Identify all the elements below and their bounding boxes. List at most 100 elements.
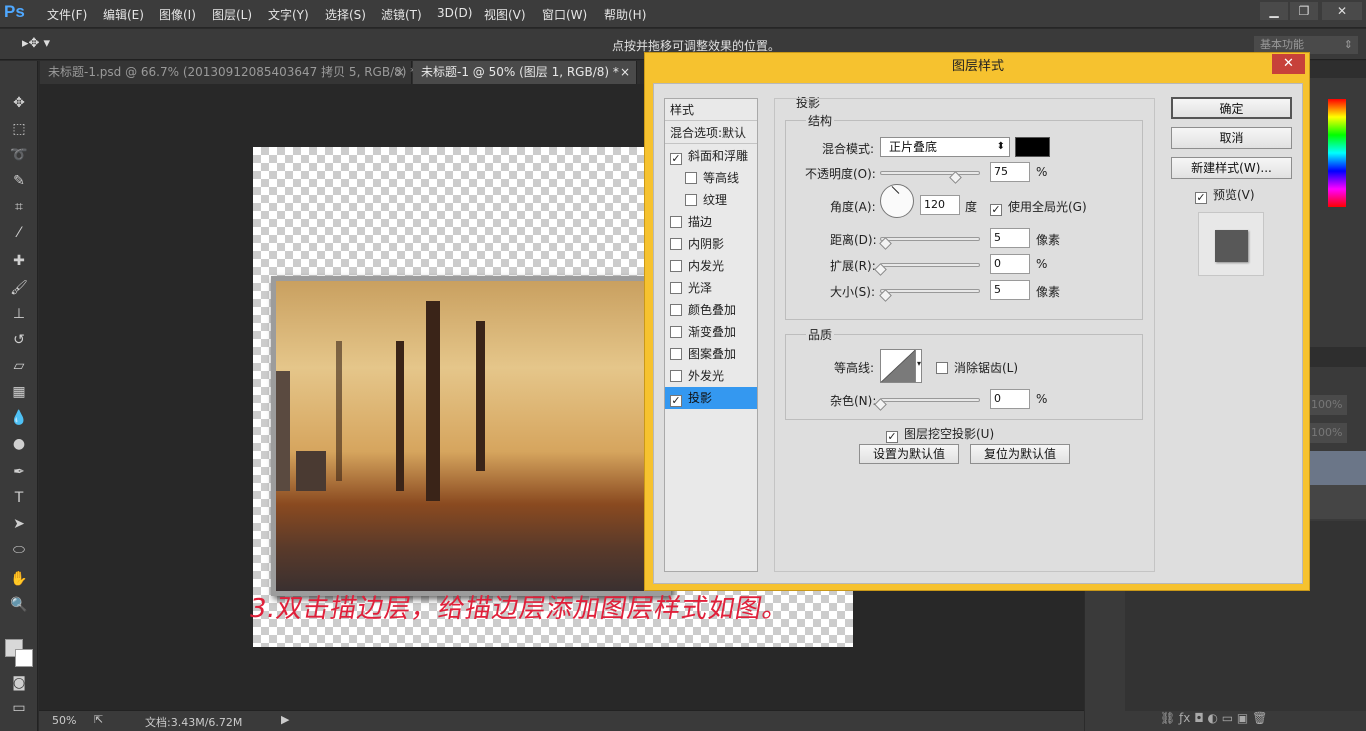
reset-default-button[interactable]: 复位为默认值	[970, 444, 1070, 464]
quick-mask-icon[interactable]: ◙	[9, 673, 29, 693]
style-item-texture[interactable]: 纹理	[665, 189, 757, 211]
size-slider[interactable]	[880, 289, 980, 293]
marquee-icon[interactable]: ⬚	[9, 119, 29, 139]
style-item-color-overlay[interactable]: 颜色叠加	[665, 299, 757, 321]
style-item-pattern-overlay[interactable]: 图案叠加	[665, 343, 757, 365]
style-item-inner-glow[interactable]: 内发光	[665, 255, 757, 277]
background-color[interactable]	[15, 649, 33, 667]
opacity-slider[interactable]	[880, 171, 980, 175]
share-icon[interactable]: ⇱	[94, 713, 103, 726]
style-item-gradient-overlay[interactable]: 渐变叠加	[665, 321, 757, 343]
layer-row-selected[interactable]	[1307, 451, 1366, 485]
pen-icon[interactable]: ✒	[9, 462, 29, 482]
global-light-checkbox[interactable]: ✓ 使用全局光(G)	[990, 198, 1087, 216]
style-item-stroke[interactable]: 描边	[665, 211, 757, 233]
healing-brush-icon[interactable]: ✚	[9, 251, 29, 271]
knockout-checkbox[interactable]: ✓ 图层挖空投影(U)	[886, 425, 994, 443]
layer-row[interactable]	[1307, 485, 1366, 519]
ok-button[interactable]: 确定	[1171, 97, 1292, 119]
zoom-icon[interactable]: 🔍	[9, 595, 29, 615]
autumn-photo-layer[interactable]	[271, 276, 671, 596]
checkbox-icon[interactable]	[670, 348, 682, 360]
lasso-icon[interactable]: ➰	[9, 145, 29, 165]
checkbox-icon[interactable]: ✓	[670, 153, 682, 165]
distance-slider[interactable]	[880, 237, 980, 241]
new-style-button[interactable]: 新建样式(W)...	[1171, 157, 1292, 179]
checkbox-icon[interactable]	[670, 282, 682, 294]
style-item-inner-shadow[interactable]: 内阴影	[665, 233, 757, 255]
tab-document-2[interactable]: 未标题-1 @ 50% (图层 1, RGB/8) * ×	[413, 61, 637, 84]
menu-file[interactable]: 文件(F)	[47, 6, 87, 23]
checkbox-icon[interactable]: ✓	[670, 395, 682, 407]
type-icon[interactable]: T	[9, 488, 29, 508]
eraser-icon[interactable]: ▱	[9, 356, 29, 376]
noise-input[interactable]: 0	[990, 389, 1030, 409]
checkbox-icon[interactable]	[670, 238, 682, 250]
antialias-checkbox[interactable]: 消除锯齿(L)	[936, 359, 1018, 376]
menu-image[interactable]: 图像(I)	[159, 6, 196, 23]
layer-opacity[interactable]: 100%	[1307, 395, 1347, 415]
color-spectrum[interactable]	[1328, 99, 1346, 207]
set-default-button[interactable]: 设置为默认值	[859, 444, 959, 464]
restore-icon[interactable]: ❐	[1290, 2, 1318, 20]
menu-edit[interactable]: 编辑(E)	[103, 6, 144, 23]
close-window-icon[interactable]: ✕	[1322, 2, 1362, 20]
checkbox-icon[interactable]	[685, 172, 697, 184]
layer-fill[interactable]: 100%	[1307, 423, 1347, 443]
shadow-color-swatch[interactable]	[1015, 137, 1050, 157]
brush-icon[interactable]: 🖌	[9, 278, 29, 298]
ellipse-icon[interactable]: ⬭	[9, 540, 29, 560]
angle-dial[interactable]	[880, 184, 914, 218]
gradient-icon[interactable]: ▦	[9, 382, 29, 402]
crop-icon[interactable]: ⌗	[9, 197, 29, 217]
style-item-satin[interactable]: 光泽	[665, 277, 757, 299]
style-item-drop-shadow[interactable]: ✓ 投影	[665, 387, 757, 409]
menu-type[interactable]: 文字(Y)	[268, 6, 309, 23]
menu-help[interactable]: 帮助(H)	[604, 6, 646, 23]
dialog-close-icon[interactable]: ✕	[1272, 54, 1305, 74]
checkbox-icon[interactable]	[670, 326, 682, 338]
spread-input[interactable]: 0	[990, 254, 1030, 274]
checkbox-icon[interactable]	[670, 216, 682, 228]
angle-input[interactable]: 120	[920, 195, 960, 215]
history-brush-icon[interactable]: ↺	[9, 330, 29, 350]
blur-icon[interactable]: 💧	[9, 408, 29, 428]
path-select-icon[interactable]: ➤	[9, 514, 29, 534]
tab-document-1[interactable]: 未标题-1.psd @ 66.7% (20130912085403647 拷贝 …	[40, 61, 416, 84]
blend-options-item[interactable]: 混合选项:默认	[665, 122, 757, 144]
menu-layer[interactable]: 图层(L)	[212, 6, 252, 23]
minimize-icon[interactable]: ▁	[1260, 2, 1288, 20]
layer-actions-icon[interactable]: ⛓ ƒx ◘ ◐ ▭ ▣ 🗑	[1160, 711, 1267, 725]
style-item-bevel-emboss[interactable]: ✓ 斜面和浮雕	[665, 145, 757, 167]
menu-view[interactable]: 视图(V)	[484, 6, 526, 23]
move-tool-icon[interactable]: ▸✥ ▾	[22, 36, 50, 51]
style-item-outer-glow[interactable]: 外发光	[665, 365, 757, 387]
checkbox-icon[interactable]	[670, 260, 682, 272]
stamp-icon[interactable]: ⊥	[9, 304, 29, 324]
opacity-input[interactable]: 75	[990, 162, 1030, 182]
close-tab-icon[interactable]: ×	[395, 61, 405, 84]
close-tab-icon[interactable]: ×	[620, 61, 630, 84]
styles-header[interactable]: 样式	[665, 99, 757, 121]
hand-icon[interactable]: ✋	[9, 569, 29, 589]
distance-input[interactable]: 5	[990, 228, 1030, 248]
move-icon[interactable]: ✥	[9, 93, 29, 113]
menu-select[interactable]: 选择(S)	[325, 6, 366, 23]
spread-slider[interactable]	[880, 263, 980, 267]
checkbox-icon[interactable]	[670, 304, 682, 316]
quick-select-icon[interactable]: ✎	[9, 171, 29, 191]
menu-filter[interactable]: 滤镜(T)	[381, 6, 422, 23]
checkbox-icon[interactable]	[685, 194, 697, 206]
dodge-icon[interactable]: ●	[9, 434, 29, 454]
menu-3d[interactable]: 3D(D)	[437, 6, 472, 20]
checkbox-icon[interactable]	[670, 370, 682, 382]
size-input[interactable]: 5	[990, 280, 1030, 300]
status-menu-icon[interactable]: ▶	[281, 713, 289, 726]
eyedropper-icon[interactable]: ⁄	[9, 223, 29, 243]
style-item-contour[interactable]: 等高线	[665, 167, 757, 189]
blend-mode-select[interactable]: 正片叠底 ⬍	[880, 137, 1010, 157]
cancel-button[interactable]: 取消	[1171, 127, 1292, 149]
screen-mode-icon[interactable]: ▭	[9, 698, 29, 718]
menu-window[interactable]: 窗口(W)	[542, 6, 587, 23]
zoom-level[interactable]: 50%	[52, 714, 76, 727]
